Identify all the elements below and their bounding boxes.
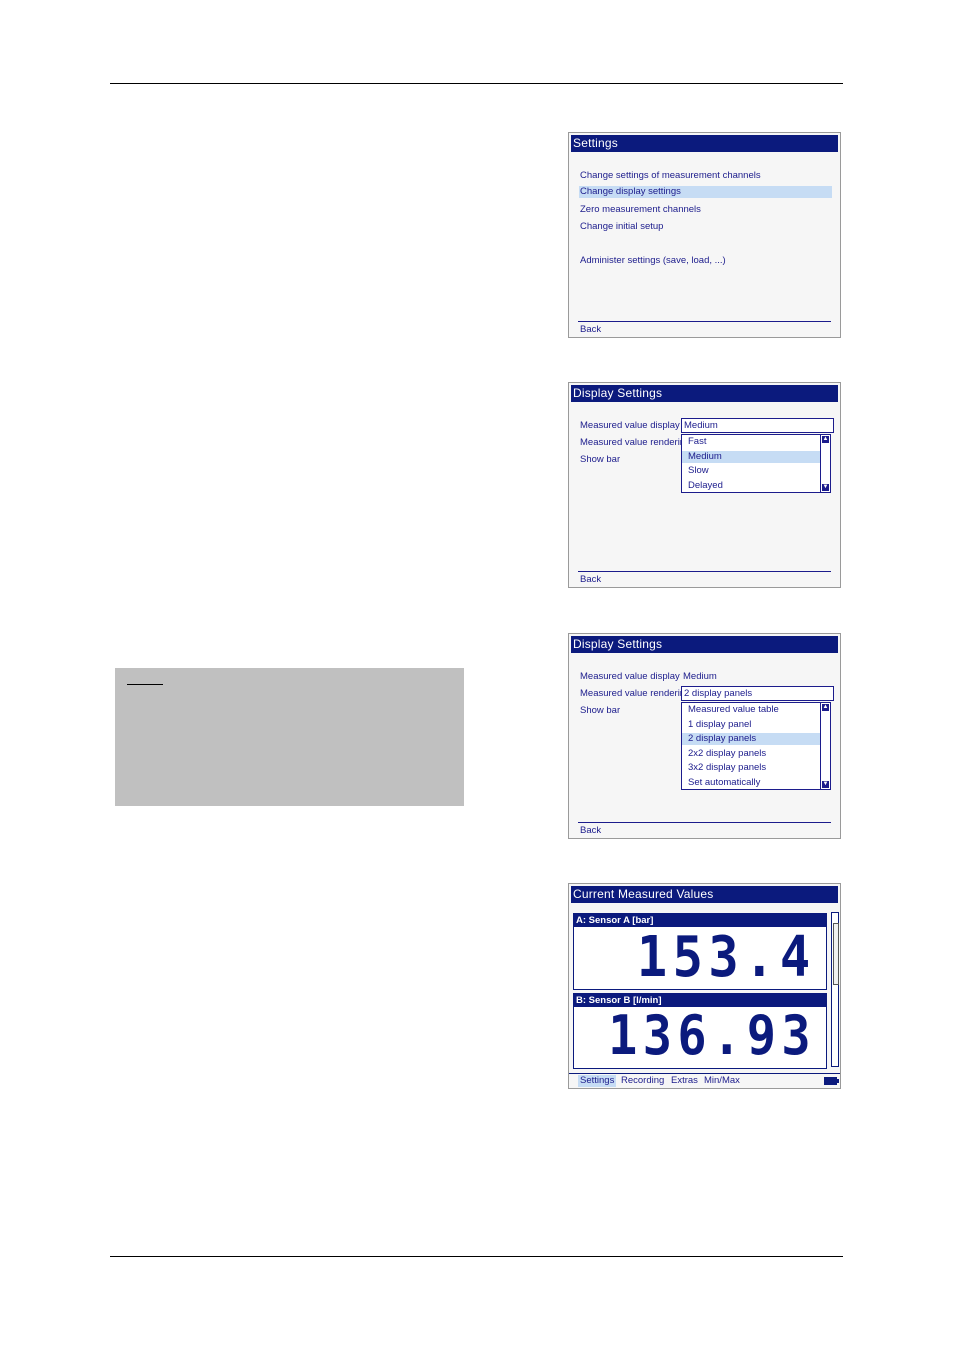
display-settings-title: Display Settings bbox=[571, 385, 838, 402]
measured-value-display-label: Measured value display bbox=[580, 420, 680, 431]
footer-divider bbox=[578, 822, 831, 823]
back-button[interactable]: Back bbox=[580, 324, 601, 336]
measured-value-rendering-label: Measured value renderin bbox=[580, 688, 686, 699]
battery-icon bbox=[824, 1077, 839, 1085]
option-set-automatically[interactable]: Set automatically bbox=[688, 777, 822, 789]
display-panel-b: B: Sensor B [l/min] 136.93 bbox=[573, 993, 827, 1069]
note-heading-underline bbox=[127, 684, 163, 685]
show-bar-label: Show bar bbox=[580, 705, 621, 716]
note-box bbox=[115, 668, 464, 806]
measured-value-display-combo[interactable]: Medium bbox=[681, 418, 834, 433]
scroll-down-icon[interactable]: ▼ bbox=[822, 484, 829, 491]
scrollbar-thumb[interactable] bbox=[833, 923, 839, 985]
panel-b-value: 136.93 bbox=[608, 1004, 816, 1067]
tab-min-max[interactable]: Min/Max bbox=[702, 1075, 742, 1087]
option-delayed[interactable]: Delayed bbox=[688, 480, 822, 492]
menu-item-change-measurement-channels[interactable]: Change settings of measurement channels bbox=[580, 170, 761, 182]
display-settings-screen-1: Display Settings Measured value display … bbox=[568, 382, 841, 588]
tab-extras[interactable]: Extras bbox=[669, 1075, 700, 1087]
display-settings-screen-2: Display Settings Measured value display … bbox=[568, 633, 841, 839]
show-bar-label: Show bar bbox=[580, 454, 621, 465]
scroll-down-icon[interactable]: ▼ bbox=[822, 781, 829, 788]
panel-a-value: 153.4 bbox=[637, 925, 816, 990]
settings-title: Settings bbox=[571, 135, 838, 152]
measured-values-title: Current Measured Values bbox=[571, 886, 838, 903]
menu-item-change-display-settings[interactable]: Change display settings bbox=[579, 186, 832, 198]
option-fast[interactable]: Fast bbox=[688, 436, 822, 448]
tab-settings[interactable]: Settings bbox=[578, 1075, 617, 1087]
back-button[interactable]: Back bbox=[580, 825, 601, 837]
measured-value-display-label: Measured value display bbox=[580, 671, 680, 682]
panels-scrollbar[interactable] bbox=[831, 912, 839, 1067]
option-slow[interactable]: Slow bbox=[688, 465, 822, 477]
scroll-up-icon[interactable]: ▲ bbox=[822, 436, 829, 443]
option-2-display-panels[interactable]: 2 display panels bbox=[682, 733, 823, 745]
measured-values-screen: Current Measured Values A: Sensor A [bar… bbox=[568, 883, 841, 1089]
display-settings-title: Display Settings bbox=[571, 636, 838, 653]
display-panel-a: A: Sensor A [bar] 153.4 bbox=[573, 913, 827, 990]
tab-recording[interactable]: Recording bbox=[619, 1075, 666, 1087]
header-rule bbox=[110, 83, 843, 84]
measured-value-rendering-label: Measured value renderin bbox=[580, 437, 686, 448]
option-1-display-panel[interactable]: 1 display panel bbox=[688, 719, 822, 731]
dropdown-scrollbar[interactable]: ▲ ▼ bbox=[820, 703, 830, 789]
scroll-up-icon[interactable]: ▲ bbox=[822, 704, 829, 711]
menu-item-zero-channels[interactable]: Zero measurement channels bbox=[580, 204, 701, 216]
option-3x2-display-panels[interactable]: 3x2 display panels bbox=[688, 762, 822, 774]
option-measured-value-table[interactable]: Measured value table bbox=[688, 704, 822, 716]
footer-divider bbox=[578, 571, 831, 572]
back-button[interactable]: Back bbox=[580, 574, 601, 586]
display-speed-dropdown[interactable]: Fast Medium Slow Delayed ▲ ▼ bbox=[681, 434, 831, 493]
settings-screen: Settings Change settings of measurement … bbox=[568, 132, 841, 338]
measured-value-rendering-combo[interactable]: 2 display panels bbox=[681, 686, 834, 701]
footer-divider bbox=[578, 321, 831, 322]
dropdown-scrollbar[interactable]: ▲ ▼ bbox=[820, 435, 830, 492]
measured-value-display-value[interactable]: Medium bbox=[683, 671, 717, 683]
footer-rule bbox=[110, 1256, 843, 1257]
option-medium[interactable]: Medium bbox=[682, 451, 823, 463]
option-2x2-display-panels[interactable]: 2x2 display panels bbox=[688, 748, 822, 760]
menu-item-administer-settings[interactable]: Administer settings (save, load, ...) bbox=[580, 255, 726, 267]
rendering-dropdown[interactable]: Measured value table 1 display panel 2 d… bbox=[681, 702, 831, 790]
softkey-bar: Settings Recording Extras Min/Max bbox=[569, 1073, 840, 1088]
menu-item-change-initial-setup[interactable]: Change initial setup bbox=[580, 221, 663, 233]
